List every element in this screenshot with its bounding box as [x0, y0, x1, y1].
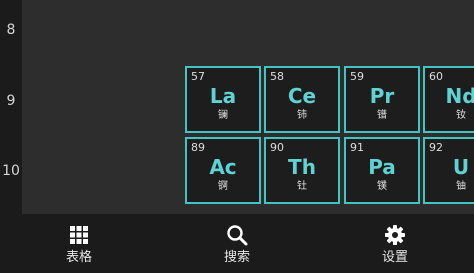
atomic-number: 57 [191, 70, 205, 83]
element-symbol: Pr [369, 84, 395, 108]
nav-settings-label: 设置 [381, 250, 408, 265]
nav-settings-button[interactable]: 设置 [316, 214, 474, 273]
element-cell-la[interactable]: 57 La 镧 [185, 66, 261, 133]
atomic-number: 60 [429, 70, 443, 83]
nav-search-label: 搜索 [223, 250, 250, 265]
element-cell-u[interactable]: 92 U 铀 [423, 137, 474, 204]
periodic-table-screen: 8 9 10 57 La 镧 58 Ce 铈 59 Pr 镨 60 Nd 钕 8… [0, 0, 474, 273]
atomic-number: 58 [270, 70, 284, 83]
nav-table-label: 表格 [65, 250, 92, 265]
element-chinese-name: 钕 [456, 110, 466, 121]
element-symbol: La [209, 84, 237, 108]
element-chinese-name: 镧 [218, 110, 228, 121]
element-cell-ce[interactable]: 58 Ce 铈 [264, 66, 340, 133]
element-chinese-name: 镤 [377, 181, 387, 192]
nav-search-button[interactable]: 搜索 [158, 214, 316, 273]
atomic-number: 91 [350, 141, 364, 154]
element-symbol: Pa [368, 155, 396, 179]
grid-icon [70, 226, 88, 244]
element-cell-pr[interactable]: 59 Pr 镨 [344, 66, 420, 133]
element-cell-nd[interactable]: 60 Nd 钕 [423, 66, 474, 133]
bottom-navigation-bar: 表格 搜索 设置 [0, 214, 474, 273]
element-chinese-name: 锕 [218, 181, 228, 192]
element-symbol: Ac [209, 155, 237, 179]
element-chinese-name: 铀 [456, 181, 466, 192]
element-cell-th[interactable]: 90 Th 钍 [264, 137, 340, 204]
row-label-9: 9 [6, 93, 16, 109]
element-cell-pa[interactable]: 91 Pa 镤 [344, 137, 420, 204]
atomic-number: 59 [350, 70, 364, 83]
row-label-10: 10 [2, 163, 20, 179]
element-chinese-name: 钍 [297, 181, 307, 192]
gear-icon [385, 225, 405, 245]
element-symbol: Nd [445, 84, 474, 108]
atomic-number: 90 [270, 141, 284, 154]
atomic-number: 92 [429, 141, 443, 154]
element-cell-ac[interactable]: 89 Ac 锕 [185, 137, 261, 204]
element-symbol: Ce [287, 84, 317, 108]
atomic-number: 89 [191, 141, 205, 154]
element-chinese-name: 镨 [377, 110, 387, 121]
element-chinese-name: 铈 [297, 110, 307, 121]
element-symbol: U [452, 155, 470, 179]
nav-table-button[interactable]: 表格 [0, 214, 158, 273]
row-label-8: 8 [6, 22, 16, 38]
element-symbol: Th [288, 155, 316, 179]
search-icon [227, 225, 248, 246]
